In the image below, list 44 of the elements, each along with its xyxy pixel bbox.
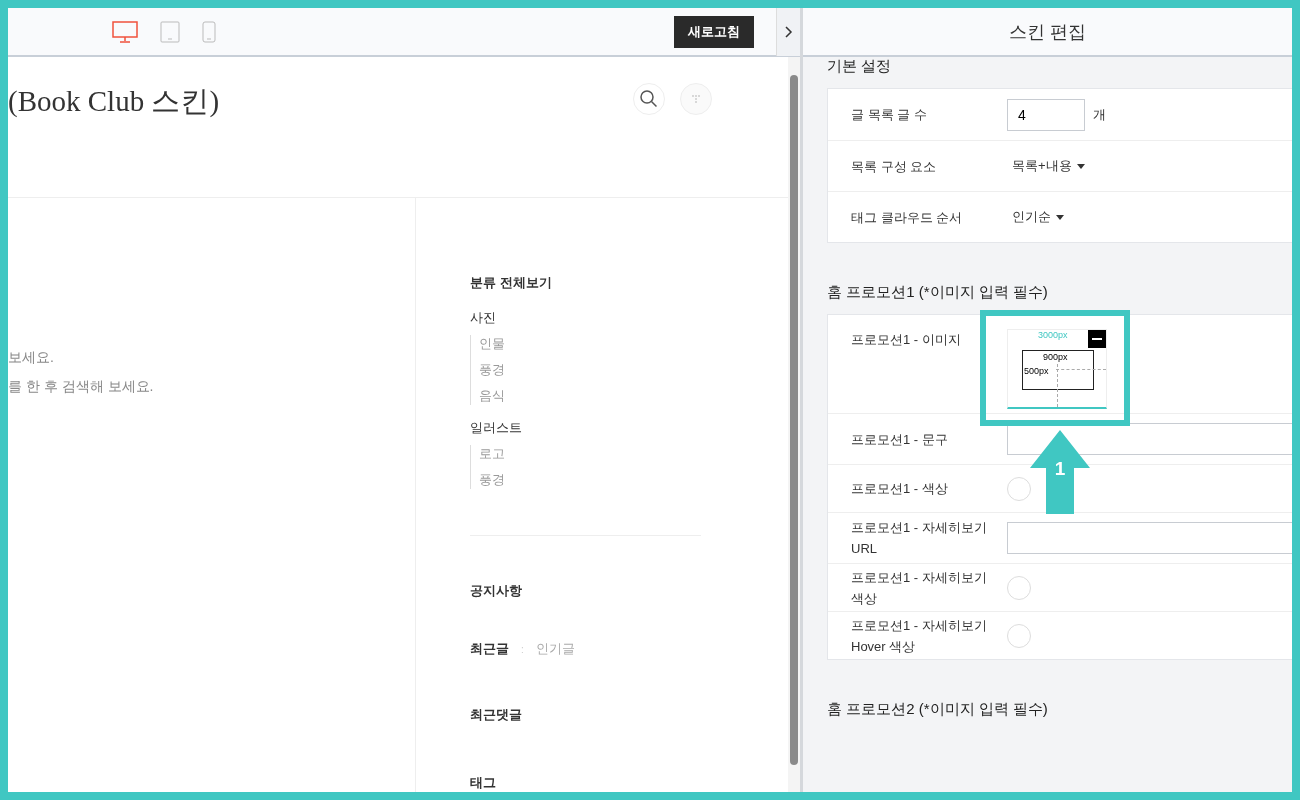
- blog-title: (Book Club 스킨): [8, 84, 220, 119]
- refresh-button[interactable]: 새로고침: [674, 15, 754, 48]
- setting-label: 프로모션1 - 자세히보기 URL: [851, 519, 988, 558]
- size-label: 500px: [1024, 366, 1049, 376]
- section-title: 홈 프로모션1 (*이미지 입력 필수): [827, 282, 1049, 302]
- setting-label: 프로모션1 - 문구: [851, 430, 949, 449]
- caret-icon[interactable]: [1056, 214, 1064, 220]
- tistory-icon[interactable]: [680, 83, 712, 115]
- setting-label: 프로모션1 - 색상: [851, 480, 949, 498]
- dropdown[interactable]: 목록+내용: [1012, 157, 1085, 175]
- setting-label: 글 목록 글 수: [851, 106, 928, 124]
- tablet-icon[interactable]: [160, 20, 180, 43]
- setting-label: 프로모션1 - 자세히보기 색상: [851, 568, 988, 608]
- mobile-icon[interactable]: [202, 20, 216, 43]
- widget-title: 최근댓글: [470, 706, 522, 724]
- widget-title: 태그: [470, 774, 496, 792]
- annotation-arrow: 1: [1030, 430, 1090, 514]
- category-all-link[interactable]: 분류 전체보기: [470, 274, 552, 292]
- tab-separator: :: [521, 643, 524, 655]
- search-hint: 를 한 후 검색해 보세요.: [8, 377, 155, 395]
- panel-title: 스킨 편집: [1009, 20, 1086, 44]
- scrollbar[interactable]: [788, 57, 800, 792]
- dropdown[interactable]: 인기순: [1012, 208, 1064, 226]
- desktop-icon[interactable]: [112, 20, 138, 43]
- section-title: 홈 프로모션2 (*이미지 입력 필수): [827, 699, 1049, 719]
- category-link[interactable]: 사진: [470, 309, 496, 327]
- widget-tab[interactable]: 최근글: [470, 640, 509, 658]
- chevron-right-icon[interactable]: [784, 25, 793, 38]
- size-label: 900px: [1043, 352, 1068, 362]
- category-link[interactable]: 일러스트: [470, 419, 522, 437]
- setting-label: 태그 클라우드 순서: [851, 208, 964, 227]
- caret-icon[interactable]: [1076, 163, 1085, 169]
- search-hint: 보세요.: [8, 348, 55, 366]
- widget-title: 공지사항: [470, 582, 522, 600]
- setting-label: 목록 구성 요소: [851, 157, 938, 176]
- setting-label: 프로모션1 - 이미지: [851, 331, 962, 349]
- section-title: 기본 설정: [827, 57, 893, 76]
- setting-label: 프로모션1 - 자세히보기 Hover 색상: [851, 616, 988, 656]
- remove-button[interactable]: [1088, 330, 1106, 348]
- image-upload[interactable]: 3000px 900px 500px: [1007, 329, 1107, 409]
- number-field[interactable]: 4: [1007, 98, 1085, 131]
- unit-label: 개: [1093, 105, 1106, 124]
- size-label: 3000px: [1038, 330, 1068, 340]
- input-field[interactable]: [1007, 522, 1292, 554]
